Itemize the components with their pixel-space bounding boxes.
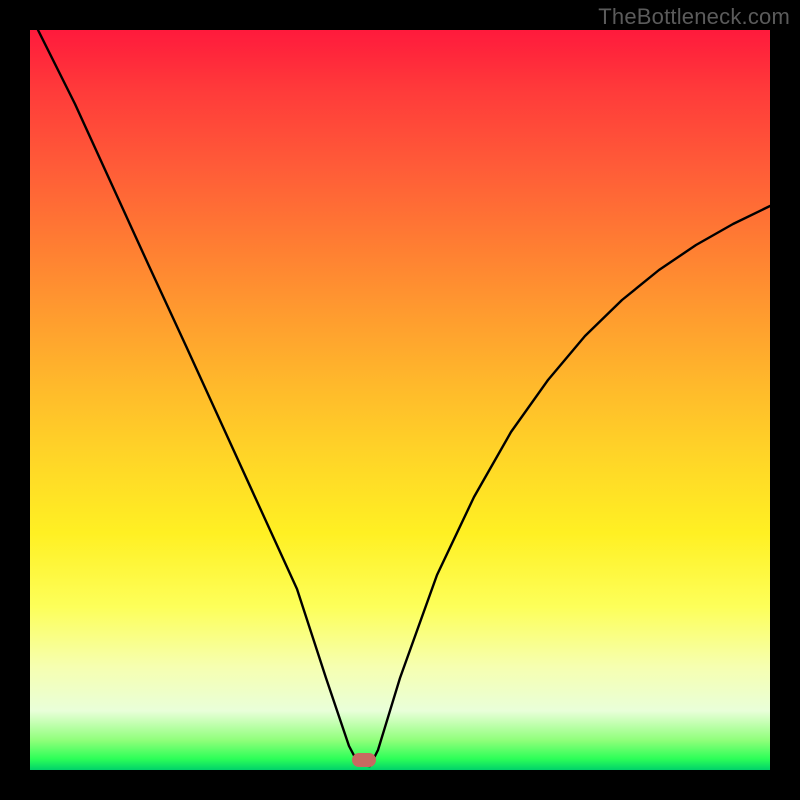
chart-area — [30, 30, 770, 770]
curve-path — [38, 30, 770, 766]
bottleneck-curve — [30, 30, 770, 770]
optimal-point-marker — [352, 753, 376, 767]
watermark-text: TheBottleneck.com — [598, 4, 790, 30]
